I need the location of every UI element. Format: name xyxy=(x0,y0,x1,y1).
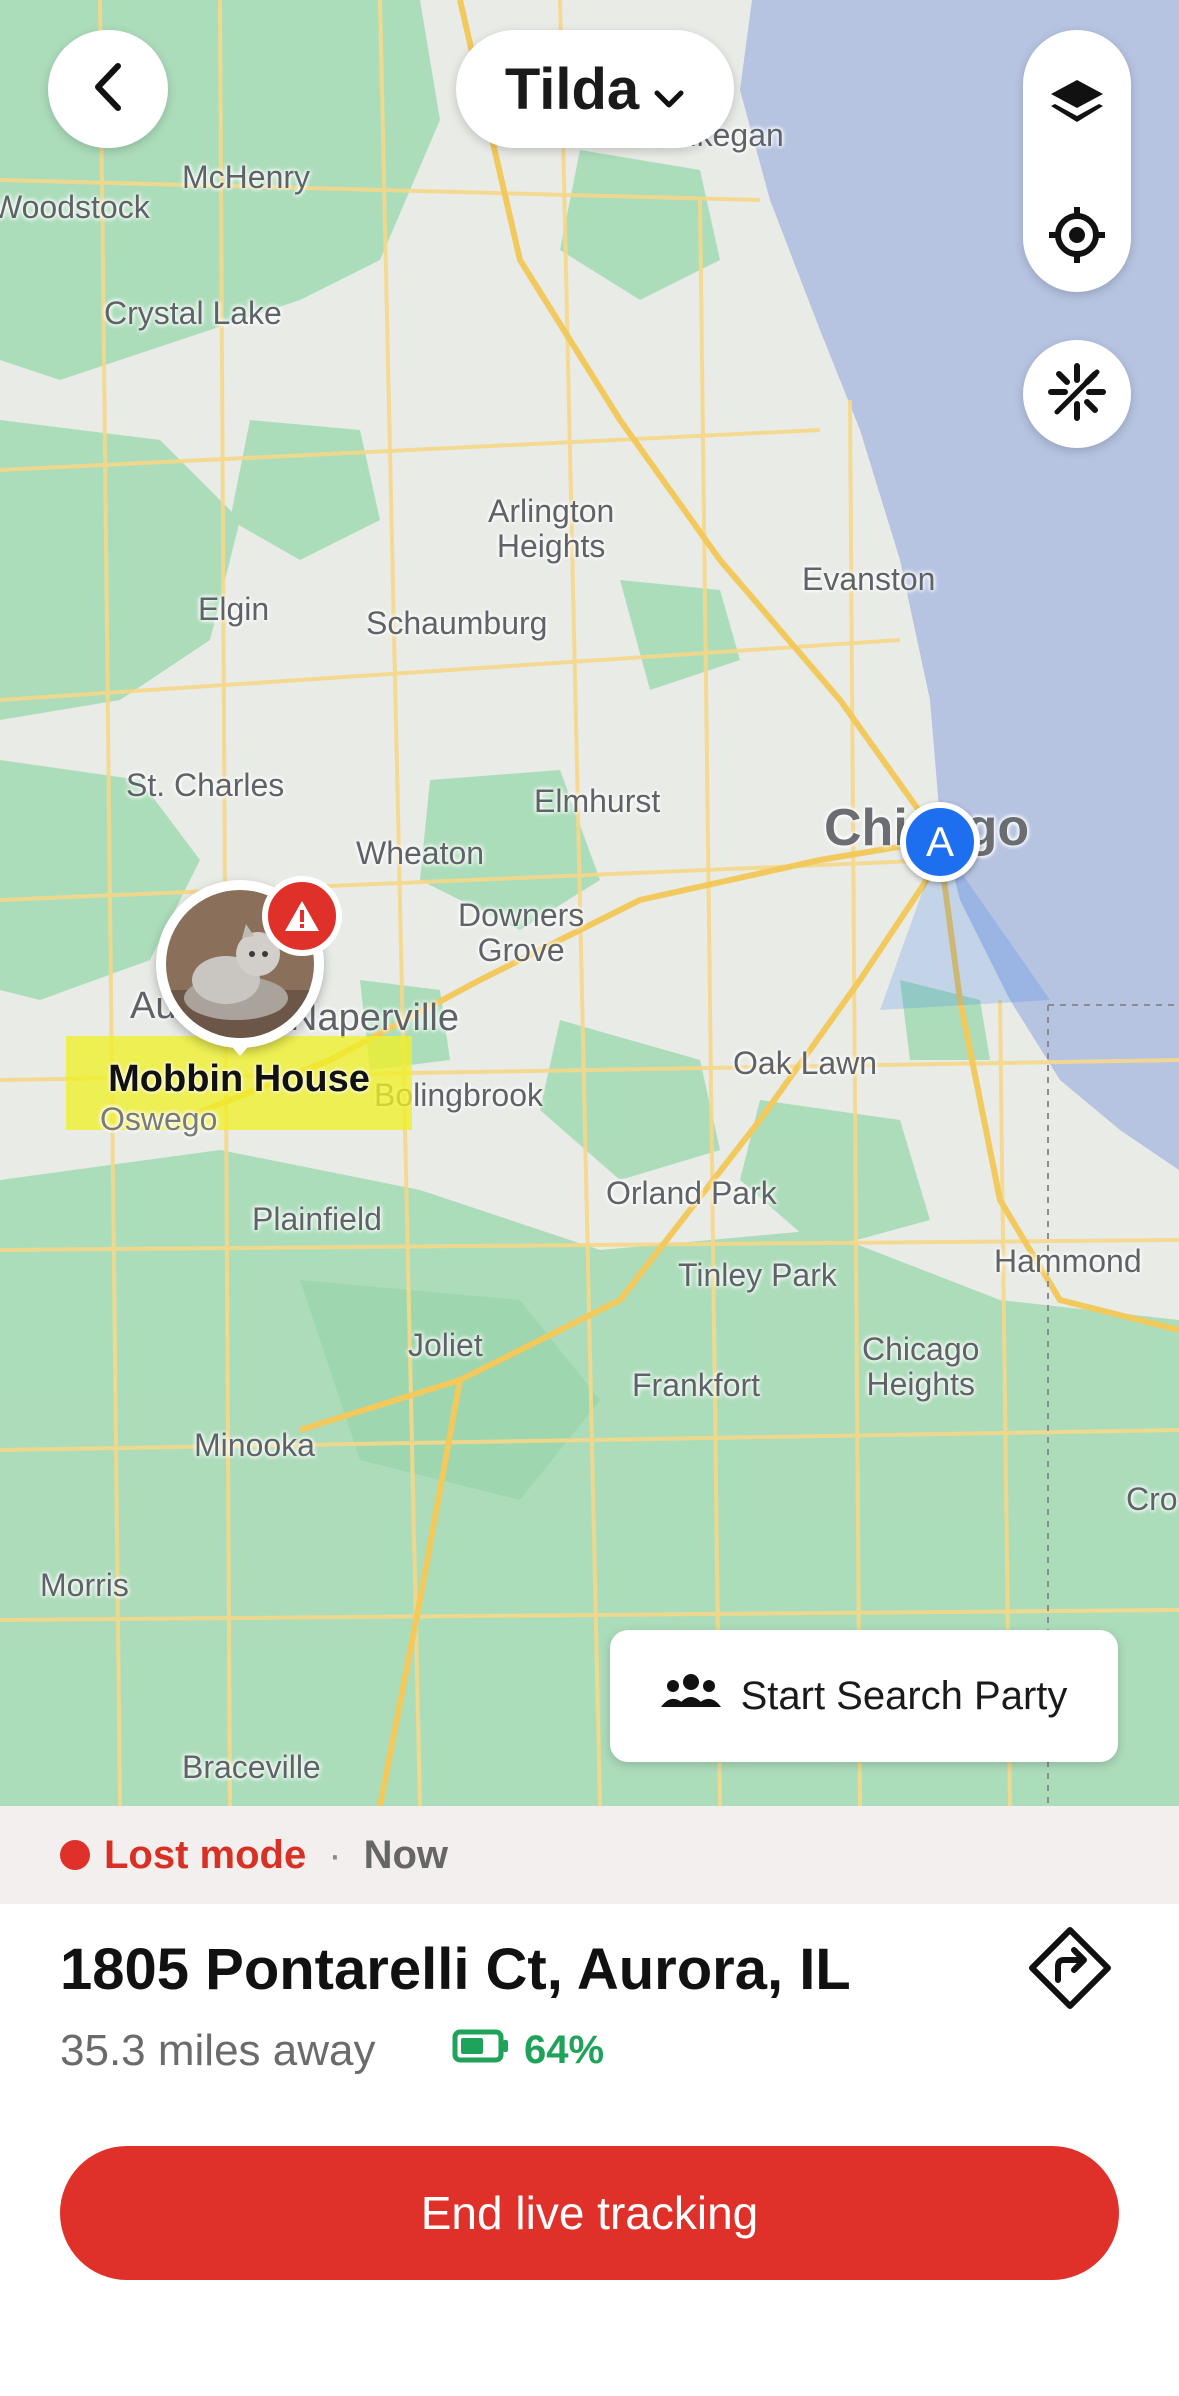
pet-selector[interactable]: Tilda xyxy=(456,30,734,148)
status-separator: · xyxy=(328,1832,342,1877)
warning-icon xyxy=(262,876,342,956)
place-crystal-lake: Crystal Lake xyxy=(104,295,282,331)
place-minooka: Minooka xyxy=(194,1427,315,1463)
place-evanston: Evanston xyxy=(802,561,936,597)
sparkle-icon xyxy=(1047,362,1107,427)
battery-percent: 64% xyxy=(524,2028,605,2072)
place-elmhurst: Elmhurst xyxy=(534,783,661,819)
pet-selector-label: Tilda xyxy=(504,56,640,122)
layers-icon xyxy=(1049,78,1105,133)
home-label: Mobbin House xyxy=(108,1058,370,1100)
place-elgin: Elgin xyxy=(198,591,270,627)
place-frankfort: Frankfort xyxy=(632,1367,761,1403)
map-view[interactable]: Waukegan Woodstock McHenry Crystal Lake … xyxy=(0,0,1179,1806)
place-oak-lawn: Oak Lawn xyxy=(733,1045,878,1081)
battery-icon xyxy=(452,2028,510,2073)
crosshair-icon xyxy=(1047,205,1107,270)
place-mchenry: McHenry xyxy=(182,159,311,195)
place-woodstock: Woodstock xyxy=(0,189,150,225)
lost-mode-label: Lost mode xyxy=(104,1832,307,1877)
back-button[interactable] xyxy=(48,30,168,148)
start-search-party-label: Start Search Party xyxy=(740,1673,1068,1718)
place-chicago-heights: Chicago Heights xyxy=(862,1331,980,1403)
chevron-down-icon xyxy=(653,56,685,123)
place-hammond: Hammond xyxy=(994,1243,1142,1279)
pet-marker-pointer xyxy=(226,1040,254,1056)
distance-away: 35.3 miles away xyxy=(60,2026,376,2075)
battery-status: 64% xyxy=(452,2028,604,2073)
place-morris: Morris xyxy=(40,1567,129,1603)
status-dot-icon xyxy=(60,1840,90,1870)
map-base xyxy=(0,0,1179,1806)
map-controls xyxy=(1023,30,1131,292)
place-orland-park: Orland Park xyxy=(606,1175,777,1211)
location-address: 1805 Pontarelli Ct, Aurora, IL xyxy=(60,1937,851,2002)
place-braceville: Braceville xyxy=(182,1749,321,1785)
chevron-left-icon xyxy=(88,62,128,117)
place-schaumburg: Schaumburg xyxy=(366,605,548,641)
lost-mode-status-bar: Lost mode · Now xyxy=(0,1806,1179,1904)
group-icon xyxy=(660,1673,721,1719)
place-oswego: Oswego xyxy=(100,1101,218,1137)
place-crown: Cro xyxy=(1126,1481,1178,1517)
start-search-party-button[interactable]: Start Search Party xyxy=(610,1630,1118,1762)
map-layers-button[interactable] xyxy=(1023,50,1131,160)
end-live-tracking-button[interactable]: End live tracking xyxy=(60,2146,1119,2280)
place-st-charles: St. Charles xyxy=(126,767,285,803)
place-plainfield: Plainfield xyxy=(252,1201,382,1237)
directions-icon xyxy=(1028,1926,1112,2015)
directions-button[interactable] xyxy=(1020,1920,1120,2020)
place-naperville: Naperville xyxy=(290,997,459,1039)
tracking-mode-button[interactable] xyxy=(1023,340,1131,448)
place-arlington-heights: Arlington Heights xyxy=(488,493,615,565)
owner-location-marker[interactable]: A xyxy=(900,802,980,882)
place-joliet: Joliet xyxy=(408,1327,483,1363)
place-downers-grove: Downers Grove xyxy=(458,897,585,969)
place-tinley-park: Tinley Park xyxy=(678,1257,837,1293)
status-time: Now xyxy=(363,1832,448,1877)
recenter-button[interactable] xyxy=(1023,182,1131,292)
place-wheaton: Wheaton xyxy=(356,835,485,871)
